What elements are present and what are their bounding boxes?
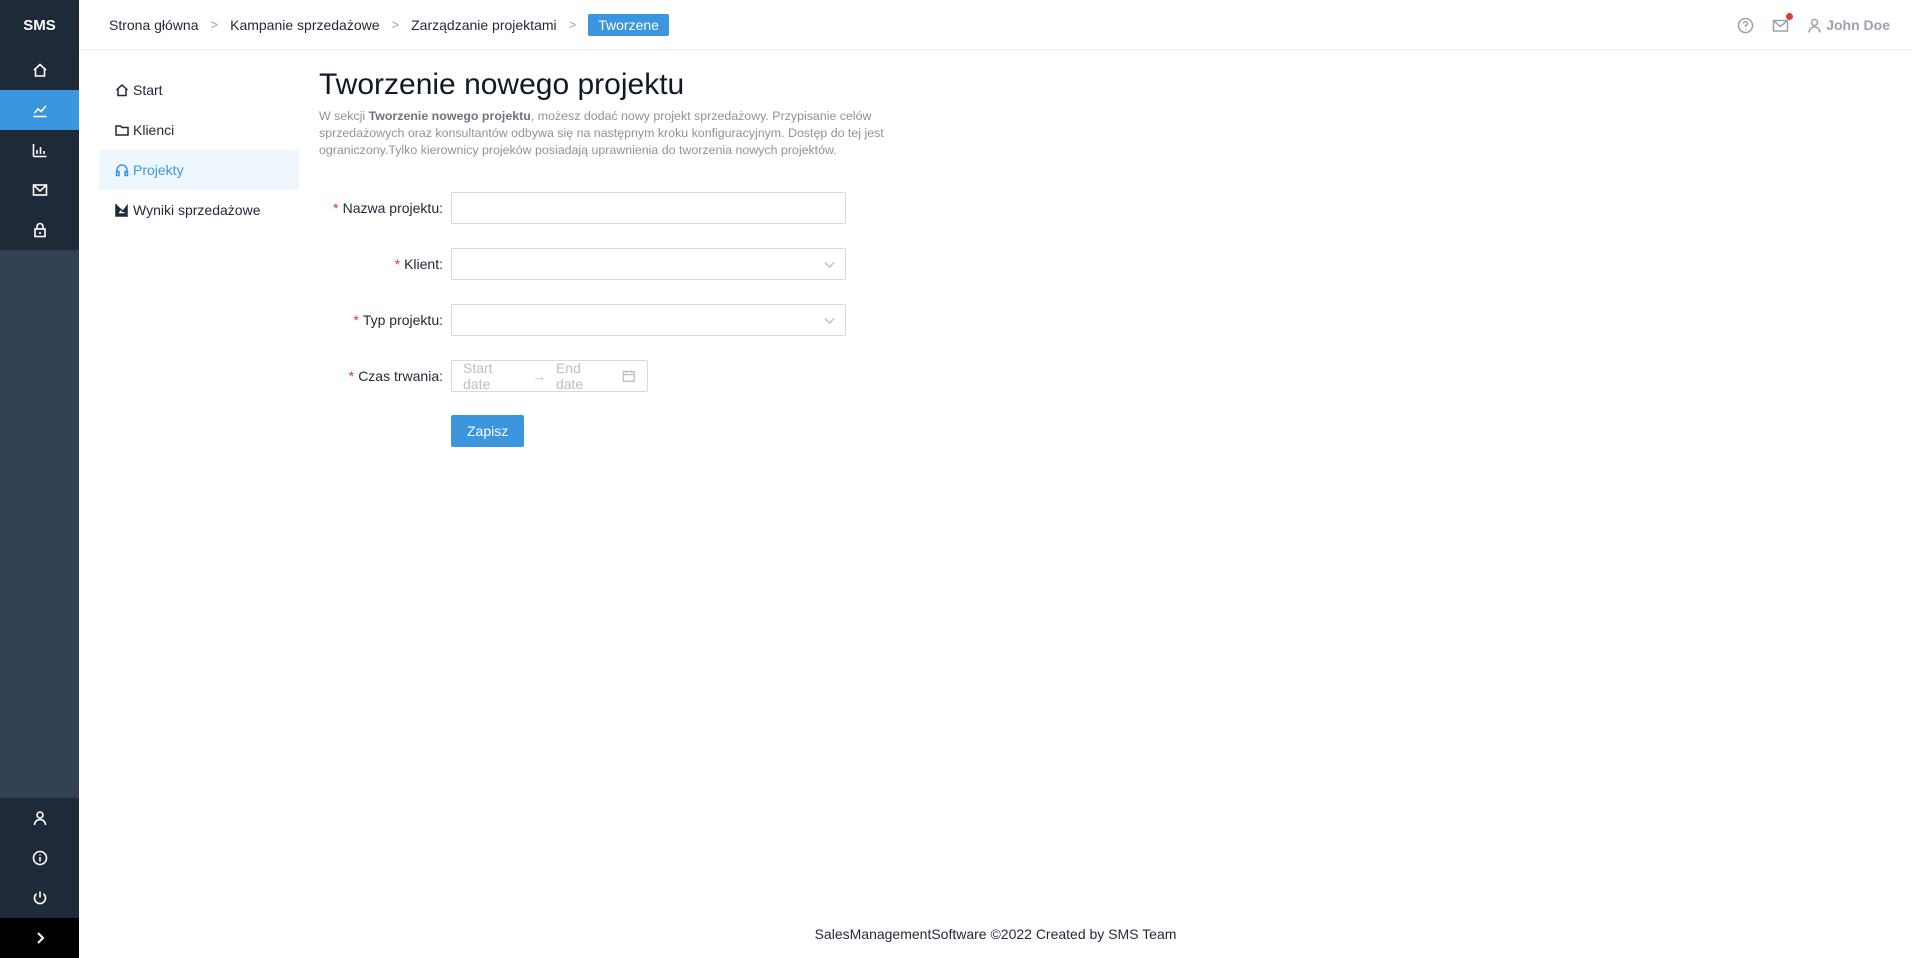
- rail-expand-button[interactable]: [0, 918, 79, 958]
- project-type-select[interactable]: [451, 304, 846, 336]
- breadcrumb-project-management[interactable]: Zarządzanie projektami: [411, 17, 557, 33]
- notifications-button[interactable]: [1772, 12, 1794, 34]
- user-icon: [33, 811, 46, 826]
- required-mark: *: [353, 312, 359, 328]
- submenu-item-label: Wyniki sprzedażowe: [133, 202, 261, 218]
- mail-icon: [32, 184, 47, 196]
- section-submenu: Start Klienci Projekty Wyniki sprzedażow…: [99, 70, 299, 230]
- breadcrumb-separator: >: [210, 17, 219, 32]
- range-arrow: →: [531, 368, 546, 384]
- rail-top-group: SMS: [0, 0, 79, 250]
- client-select[interactable]: [451, 248, 846, 280]
- calendar-icon: [623, 370, 636, 383]
- label-suffix: :: [439, 312, 443, 328]
- label-text: Typ projektu: [362, 312, 440, 328]
- label-suffix: :: [439, 256, 443, 272]
- page-title: Tworzenie nowego projektu: [319, 68, 685, 101]
- line-chart-icon: [33, 105, 47, 118]
- desc-prefix: W sekcji: [319, 109, 369, 123]
- submenu-item-projects[interactable]: Projekty: [99, 150, 299, 190]
- project-name-input[interactable]: [451, 192, 846, 224]
- submenu-item-label: Klienci: [133, 122, 175, 138]
- rail-mail[interactable]: [0, 170, 79, 210]
- footer: SalesManagementSoftware ©2022 Created by…: [814, 926, 1177, 942]
- rail-sales[interactable]: [0, 90, 79, 130]
- page-description: W sekcji Tworzenie nowego projektu, może…: [319, 108, 919, 159]
- power-icon: [33, 891, 46, 905]
- submenu-item-label: Projekty: [133, 162, 184, 178]
- form-row-duration: * Czas trwania: Start date → End date: [319, 359, 939, 393]
- submenu-item-clients[interactable]: Klienci: [99, 110, 299, 150]
- create-project-form: * Nazwa projektu: * Klient: * Typ projektu:…: [319, 191, 939, 447]
- lock-icon: [33, 222, 46, 238]
- date-range-picker[interactable]: Start date → End date: [451, 360, 648, 392]
- headphones-icon: [115, 164, 129, 177]
- project-name-label: * Nazwa projektu:: [319, 200, 451, 216]
- rail-info[interactable]: [0, 838, 79, 878]
- header-actions: John Doe: [1737, 0, 1890, 50]
- help-button[interactable]: [1737, 17, 1754, 34]
- home-icon: [32, 63, 47, 77]
- form-row-type: * Typ projektu:: [319, 303, 939, 337]
- area-chart-icon: [115, 203, 128, 217]
- rail-bottom-group: [0, 798, 79, 918]
- save-button[interactable]: Zapisz: [451, 415, 525, 447]
- submenu-item-sales-results[interactable]: Wyniki sprzedażowe: [99, 190, 299, 230]
- submenu-item-label: Start: [133, 82, 163, 98]
- label-text: Klient: [404, 256, 440, 272]
- breadcrumb-separator: >: [391, 17, 400, 32]
- required-mark: *: [394, 256, 401, 272]
- rail-reports[interactable]: [0, 130, 79, 170]
- chevron-down-icon: [824, 317, 835, 325]
- start-date-placeholder[interactable]: Start date: [463, 360, 522, 392]
- label-suffix: :: [439, 200, 443, 216]
- breadcrumb-current: Tworzene: [588, 13, 669, 36]
- breadcrumb: Strona główna > Kampanie sprzedażowe > Z…: [109, 13, 669, 36]
- user-icon: [1808, 18, 1821, 33]
- top-header: Strona główna > Kampanie sprzedażowe > Z…: [79, 0, 1912, 50]
- form-row-client: * Klient:: [319, 247, 939, 281]
- label-text: Nazwa projektu: [342, 200, 440, 216]
- notification-badge: [1786, 12, 1794, 20]
- label-suffix: :: [439, 368, 443, 384]
- home-icon: [115, 83, 129, 97]
- app-logo[interactable]: SMS: [0, 0, 79, 50]
- rail-home[interactable]: [0, 50, 79, 90]
- breadcrumb-home[interactable]: Strona główna: [109, 17, 199, 33]
- end-date-placeholder[interactable]: End date: [556, 360, 610, 392]
- submenu-item-start[interactable]: Start: [99, 70, 299, 110]
- user-name: John Doe: [1826, 17, 1890, 33]
- client-label: * Klient:: [319, 256, 451, 272]
- form-row-name: * Nazwa projektu:: [319, 191, 939, 225]
- user-menu[interactable]: John Doe: [1807, 17, 1890, 33]
- rail-profile[interactable]: [0, 798, 79, 838]
- info-icon: [32, 850, 47, 866]
- required-mark: *: [333, 200, 339, 216]
- breadcrumb-campaigns[interactable]: Kampanie sprzedażowe: [230, 17, 379, 33]
- folder-icon: [115, 125, 129, 136]
- chevron-right-icon: [36, 932, 44, 944]
- duration-label: * Czas trwania:: [319, 368, 451, 384]
- question-circle-icon: [1737, 17, 1754, 33]
- rail-logout[interactable]: [0, 878, 79, 918]
- project-type-label: * Typ projektu:: [319, 312, 451, 328]
- main-content: Tworzenie nowego projektu W sekcji Tworz…: [319, 68, 939, 447]
- rail-lock[interactable]: [0, 210, 79, 250]
- chevron-down-icon: [824, 261, 835, 269]
- left-rail: SMS: [0, 0, 79, 958]
- bar-chart-icon: [32, 144, 46, 158]
- desc-bold: Tworzenie nowego projektu: [368, 109, 531, 123]
- required-mark: *: [348, 368, 355, 384]
- breadcrumb-separator: >: [568, 17, 577, 32]
- label-text: Czas trwania: [358, 368, 440, 384]
